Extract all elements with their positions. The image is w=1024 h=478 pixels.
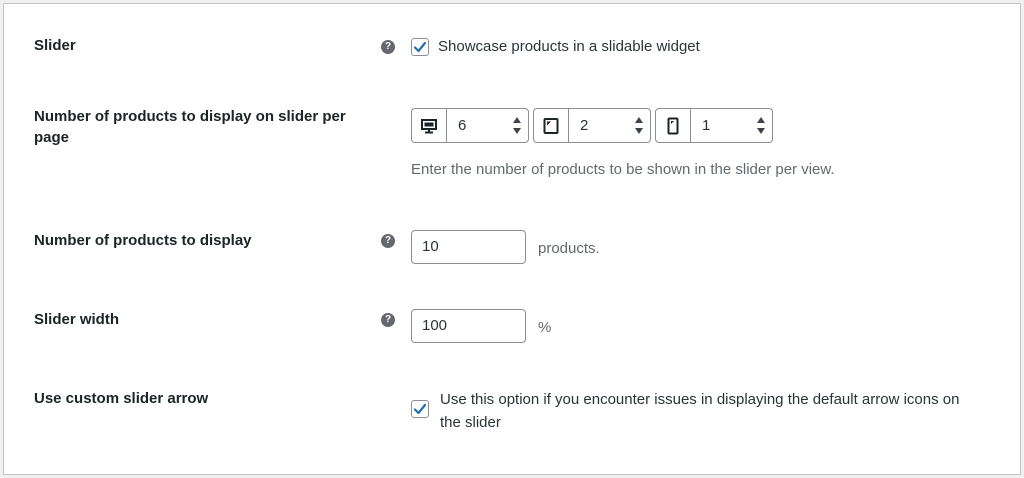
per-page-description: Enter the number of products to be shown… (411, 161, 835, 178)
mobile-icon (656, 109, 691, 142)
desktop-spin-buttons[interactable] (506, 109, 528, 142)
custom-arrow-checkbox[interactable] (411, 400, 429, 418)
slider-width-label: Slider width (34, 311, 120, 328)
tablet-value[interactable]: 2 (569, 109, 628, 142)
desktop-icon (412, 109, 447, 142)
checkmark-icon (413, 403, 427, 415)
help-icon[interactable]: ? (381, 234, 395, 248)
help-icon[interactable]: ? (381, 40, 395, 54)
slider-width-input[interactable]: 100 (411, 309, 526, 343)
per-page-label: Number of products to display on slider … (34, 108, 346, 146)
products-count-suffix: products. (538, 240, 600, 257)
slider-checkbox[interactable] (411, 38, 429, 56)
spin-up-icon[interactable] (757, 117, 765, 123)
help-icon[interactable]: ? (381, 313, 395, 327)
spin-up-icon[interactable] (635, 117, 643, 123)
mobile-spin-buttons[interactable] (750, 109, 772, 142)
desktop-stepper[interactable]: 6 (411, 108, 529, 143)
spin-down-icon[interactable] (635, 128, 643, 134)
products-count-input[interactable]: 10 (411, 230, 526, 264)
tablet-spin-buttons[interactable] (628, 109, 650, 142)
slider-width-suffix: % (538, 319, 552, 336)
mobile-stepper[interactable]: 1 (655, 108, 773, 143)
tablet-icon (534, 109, 569, 142)
products-count-label: Number of products to display (34, 232, 252, 249)
mobile-value[interactable]: 1 (691, 109, 750, 142)
slider-label: Slider (34, 37, 76, 54)
slider-checkbox-label: Showcase products in a slidable widget (438, 38, 700, 55)
spin-down-icon[interactable] (757, 128, 765, 134)
desktop-value[interactable]: 6 (447, 109, 506, 142)
spin-down-icon[interactable] (513, 128, 521, 134)
checkmark-icon (413, 41, 427, 53)
tablet-stepper[interactable]: 2 (533, 108, 651, 143)
custom-arrow-description: Use this option if you encounter issues … (440, 391, 960, 431)
spin-up-icon[interactable] (513, 117, 521, 123)
custom-arrow-label: Use custom slider arrow (34, 390, 209, 407)
